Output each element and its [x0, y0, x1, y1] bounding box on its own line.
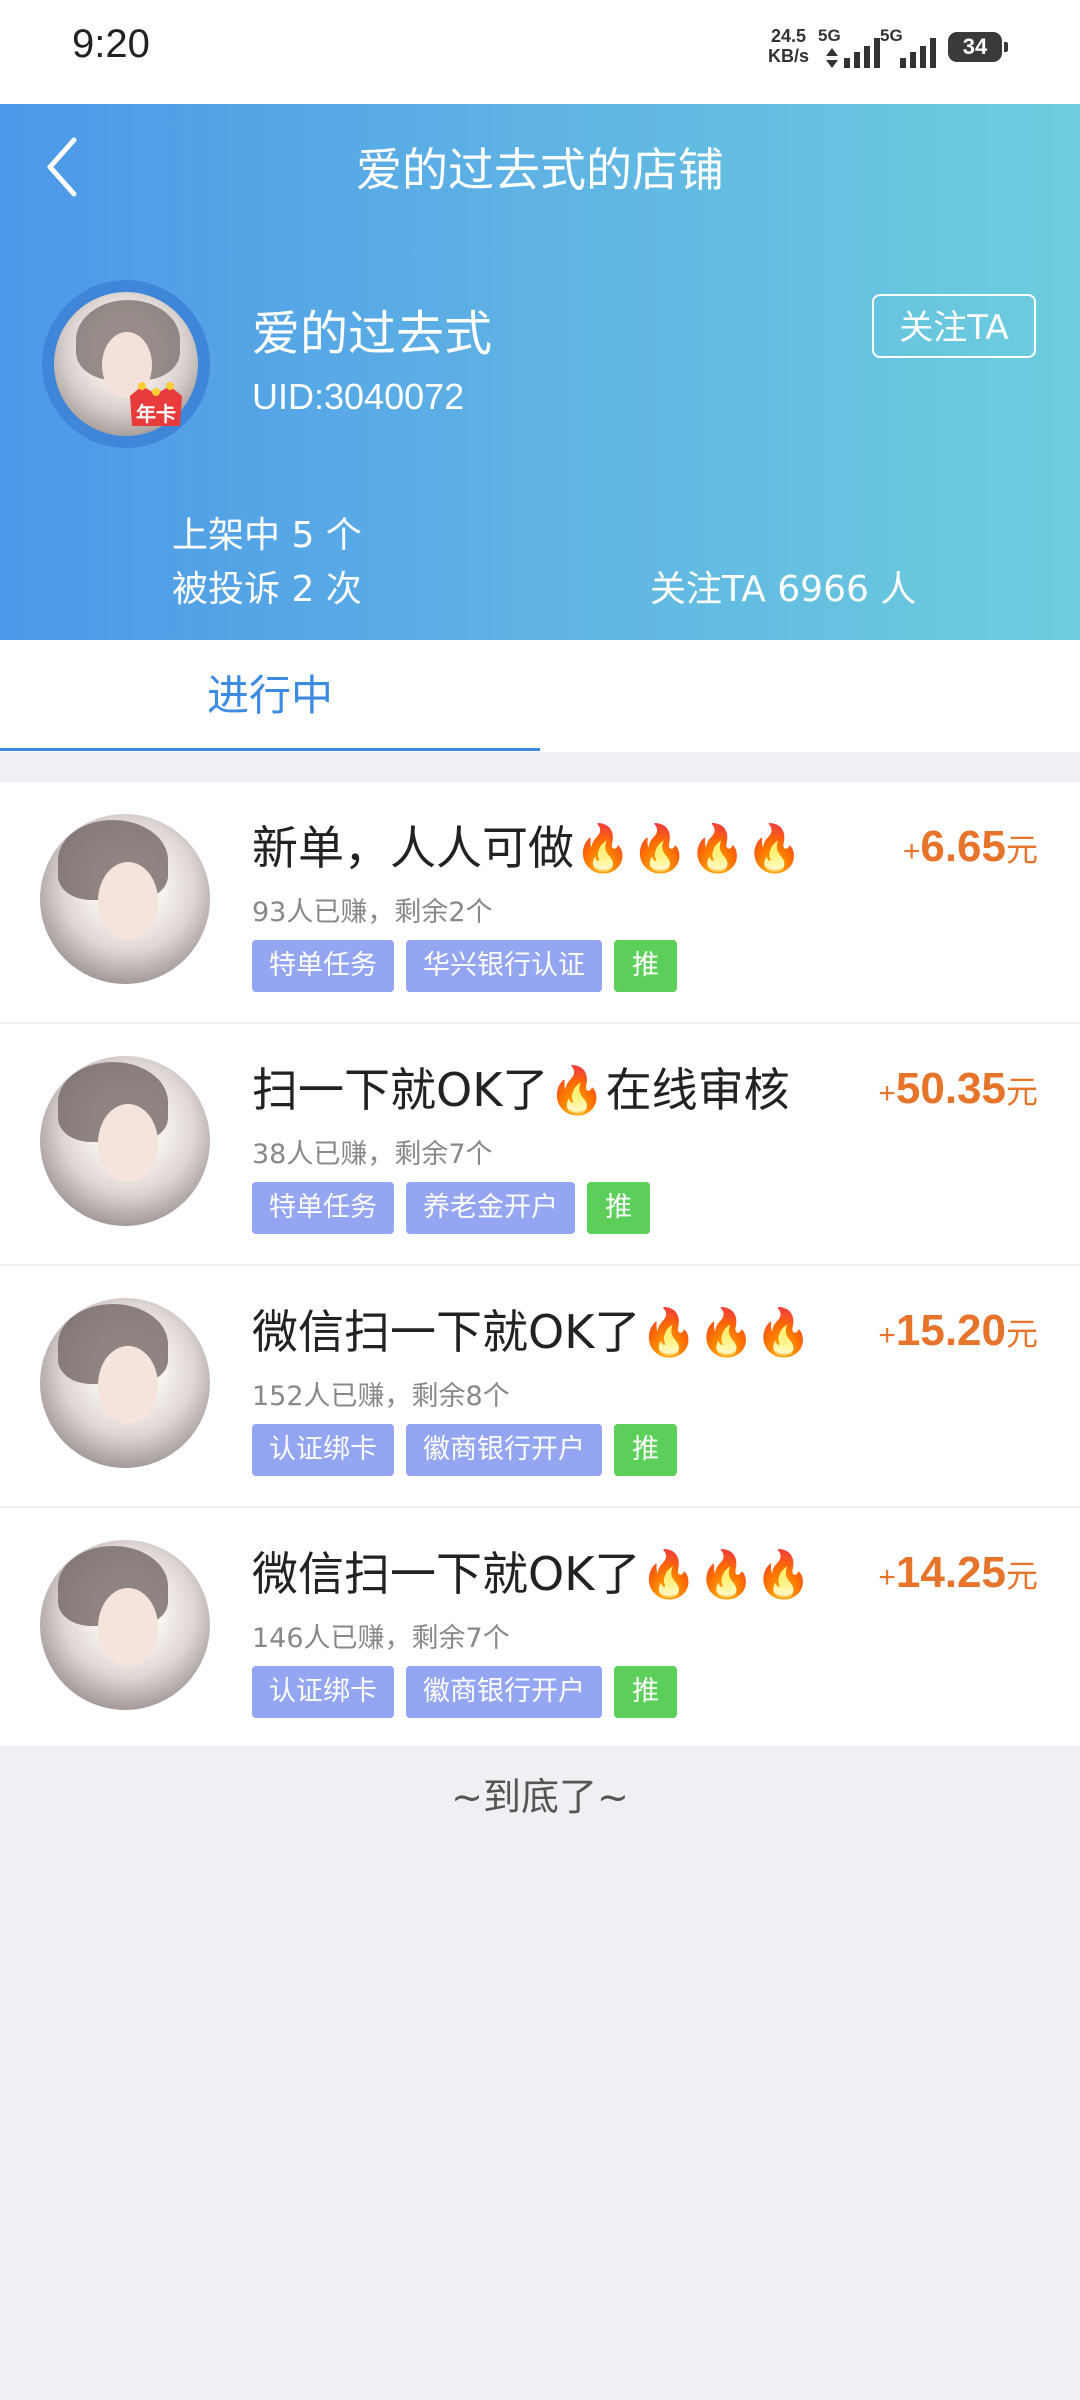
task-tags: 特单任务 养老金开户 推 — [252, 1182, 650, 1234]
reward-amount: 14.25 — [895, 1548, 1006, 1597]
follow-button[interactable]: 关注TA — [872, 294, 1036, 358]
tab-in-progress[interactable]: 进行中 — [0, 640, 540, 752]
task-tag: 认证绑卡 — [252, 1666, 394, 1718]
task-title: 微信扫一下就OK了🔥🔥🔥 — [252, 1305, 813, 1359]
task-thumbnail — [40, 1298, 210, 1468]
task-reward: +6.65元 — [903, 822, 1038, 872]
shop-name: 爱的过去式 — [252, 306, 493, 362]
push-tag: 推 — [587, 1182, 650, 1234]
end-of-list-text: ~到底了~ — [451, 1775, 629, 1819]
battery-icon: 34 — [948, 32, 1008, 62]
list-item[interactable]: 微信扫一下就OK了🔥🔥🔥 152人已赚，剩余8个 认证绑卡 徽商银行开户 推 +… — [0, 1266, 1080, 1508]
status-bar: 9:20 24.5 KB/s 5G 5G 34 — [0, 0, 1080, 104]
reward-prefix: + — [878, 1319, 896, 1352]
page-title: 爱的过去式的店铺 — [356, 143, 724, 197]
push-tag: 推 — [614, 1424, 677, 1476]
reward-amount: 6.65 — [920, 822, 1006, 871]
shop-uid: UID:3040072 — [252, 376, 465, 417]
task-tag: 认证绑卡 — [252, 1424, 394, 1476]
task-tag: 特单任务 — [252, 1182, 394, 1234]
shop-header: 爱的过去式的店铺 年卡 爱的过去式 UID:3040072 关注TA 上架中 5… — [0, 104, 1080, 640]
network-speed: 24.5 KB/s — [768, 26, 809, 66]
list-item[interactable]: 扫一下就OK了🔥在线审核 38人已赚，剩余7个 特单任务 养老金开户 推 +50… — [0, 1024, 1080, 1266]
task-tag: 徽商银行开户 — [406, 1424, 602, 1476]
reward-unit: 元 — [1005, 1316, 1038, 1352]
task-tags: 认证绑卡 徽商银行开户 推 — [252, 1666, 677, 1718]
task-reward: +50.35元 — [878, 1064, 1038, 1114]
reward-prefix: + — [878, 1561, 896, 1594]
task-reward: +15.20元 — [878, 1306, 1038, 1356]
reward-unit: 元 — [1005, 1558, 1038, 1594]
task-tags: 认证绑卡 徽商银行开户 推 — [252, 1424, 677, 1476]
task-tag: 养老金开户 — [406, 1182, 575, 1234]
annual-card-badge: 年卡 — [124, 378, 188, 430]
task-tag: 华兴银行认证 — [406, 940, 602, 992]
reward-amount: 15.20 — [895, 1306, 1006, 1355]
task-list: 新单，人人可做🔥🔥🔥🔥 93人已赚，剩余2个 特单任务 华兴银行认证 推 +6.… — [0, 782, 1080, 1746]
task-stats: 146人已赚，剩余7个 — [252, 1623, 510, 1654]
task-thumbnail — [40, 1056, 210, 1226]
task-thumbnail — [40, 1540, 210, 1710]
battery-level: 34 — [962, 34, 988, 59]
clock: 9:20 — [72, 22, 150, 66]
complaint-count: 被投诉 2 次 — [172, 569, 362, 610]
push-tag: 推 — [614, 940, 677, 992]
task-tags: 特单任务 华兴银行认证 推 — [252, 940, 677, 992]
network-speed-unit: KB/s — [768, 46, 810, 66]
tab-bar: 进行中 — [0, 640, 1080, 752]
task-thumbnail — [40, 814, 210, 984]
reward-unit: 元 — [1005, 1074, 1038, 1110]
task-title: 微信扫一下就OK了🔥🔥🔥 — [252, 1547, 813, 1601]
network-speed-value: 24.5 — [770, 26, 807, 46]
list-item[interactable]: 新单，人人可做🔥🔥🔥🔥 93人已赚，剩余2个 特单任务 华兴银行认证 推 +6.… — [0, 782, 1080, 1024]
reward-prefix: + — [902, 835, 921, 868]
push-tag: 推 — [614, 1666, 677, 1718]
task-stats: 152人已赚，剩余8个 — [252, 1381, 510, 1412]
listed-count: 上架中 5 个 — [172, 515, 362, 556]
follower-count: 关注TA 6966 人 — [650, 569, 917, 610]
task-tag: 特单任务 — [252, 940, 394, 992]
list-item[interactable]: 微信扫一下就OK了🔥🔥🔥 146人已赚，剩余7个 认证绑卡 徽商银行开户 推 +… — [0, 1508, 1080, 1746]
reward-amount: 50.35 — [895, 1064, 1006, 1113]
task-title: 新单，人人可做🔥🔥🔥🔥 — [252, 821, 804, 875]
shop-avatar[interactable]: 年卡 — [42, 280, 210, 448]
task-stats: 38人已赚，剩余7个 — [252, 1139, 493, 1170]
task-tag: 徽商银行开户 — [406, 1666, 602, 1718]
reward-unit: 元 — [1005, 832, 1038, 868]
task-title: 扫一下就OK了🔥在线审核 — [252, 1063, 790, 1117]
task-stats: 93人已赚，剩余2个 — [252, 897, 493, 928]
badge-label: 年卡 — [136, 402, 176, 426]
task-reward: +14.25元 — [878, 1548, 1038, 1598]
tab-active-indicator — [0, 748, 540, 751]
reward-prefix: + — [878, 1077, 896, 1110]
